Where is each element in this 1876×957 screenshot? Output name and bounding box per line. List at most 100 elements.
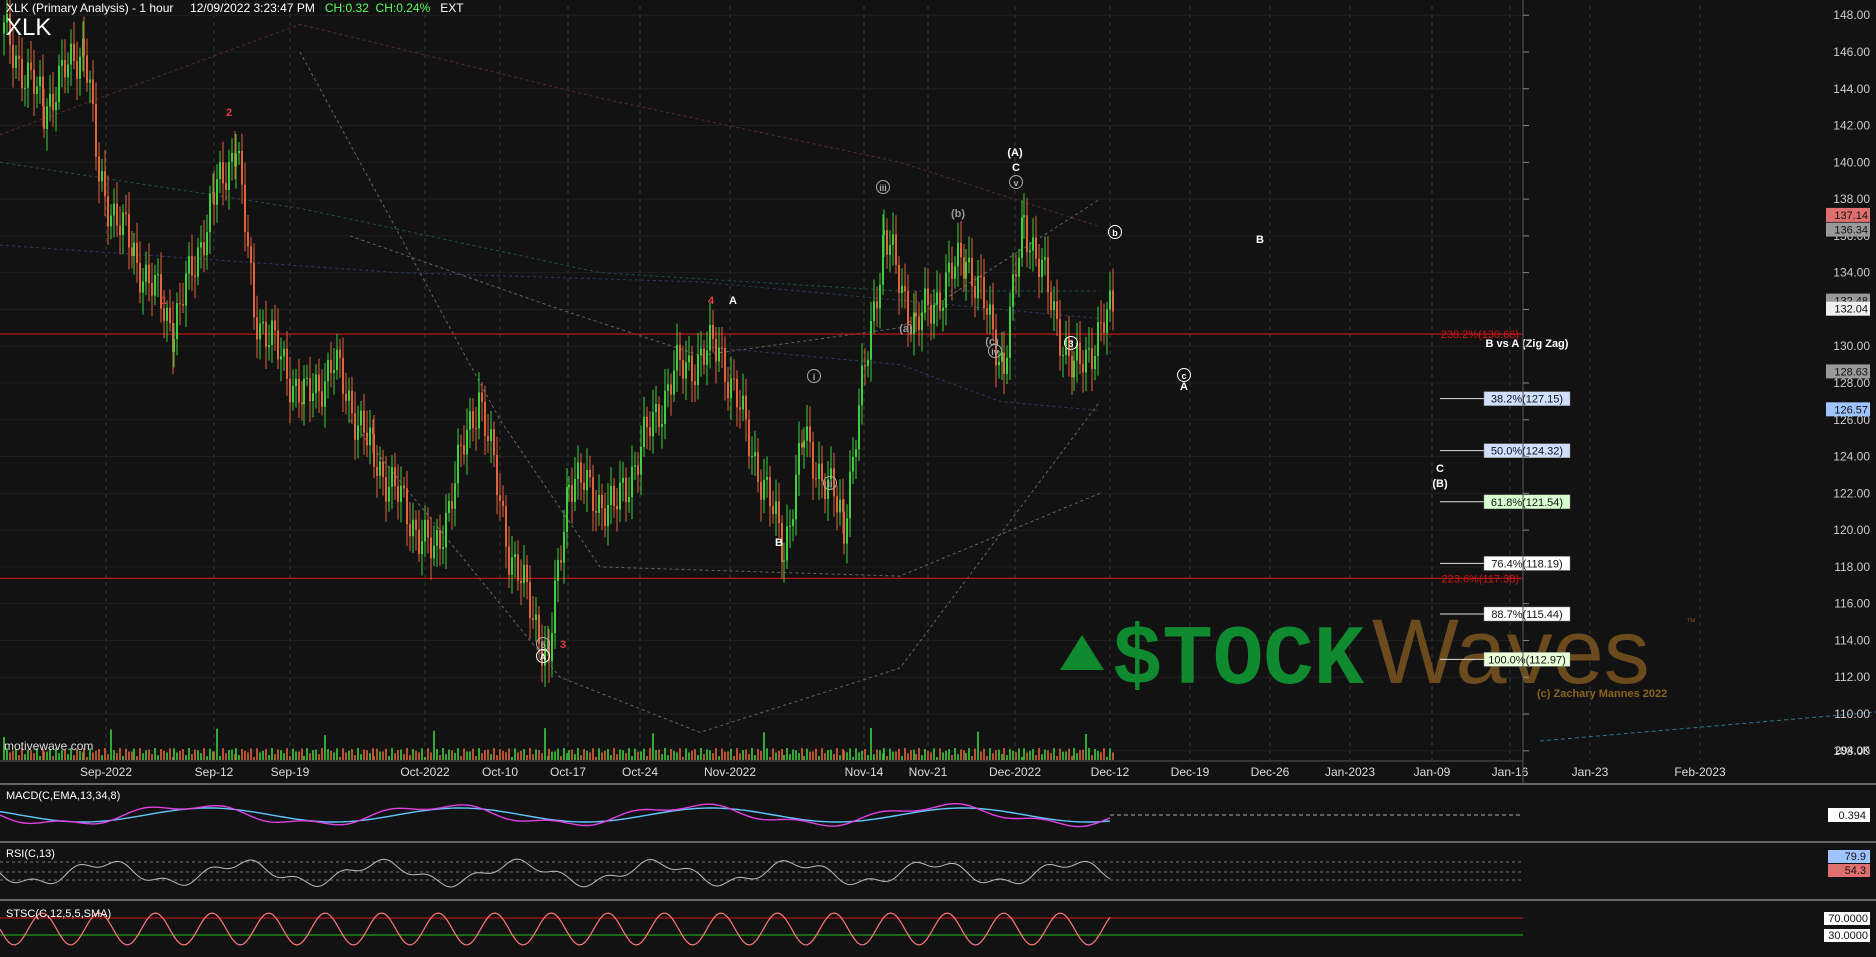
volume-bar bbox=[960, 749, 962, 760]
volume-bar bbox=[939, 748, 941, 760]
candle-body bbox=[643, 416, 645, 447]
volume-bar bbox=[460, 756, 462, 760]
price-chart[interactable]: 238.2%(130.66)223.6%(117.38) 294.0K $TOC… bbox=[0, 0, 1876, 952]
volume-bar bbox=[1079, 750, 1081, 760]
volume-bar bbox=[113, 750, 115, 760]
volume-bar bbox=[839, 755, 841, 760]
candle-body bbox=[357, 425, 359, 440]
volume-bar bbox=[1038, 748, 1040, 760]
volume-bar bbox=[898, 748, 900, 760]
volume-bar bbox=[818, 755, 820, 760]
candle-body bbox=[1071, 355, 1073, 378]
volume-bar bbox=[1094, 749, 1096, 760]
volume-bar bbox=[277, 749, 279, 760]
candle-body bbox=[688, 355, 690, 363]
candle-body bbox=[514, 554, 516, 558]
header-datetime: 12/09/2022 3:23:47 PM bbox=[190, 1, 315, 15]
volume-bar bbox=[98, 749, 100, 760]
candle-body bbox=[445, 512, 447, 548]
candle-body bbox=[15, 55, 17, 68]
candle-body bbox=[427, 519, 429, 538]
candle-body bbox=[783, 560, 785, 562]
candle-body bbox=[151, 283, 153, 296]
candle-body bbox=[250, 246, 252, 263]
candle-body bbox=[523, 564, 525, 584]
volume-bar bbox=[529, 748, 531, 760]
volume-bar bbox=[679, 748, 681, 760]
candle-body bbox=[604, 508, 606, 527]
candle-body bbox=[1023, 215, 1025, 218]
volume-bar bbox=[709, 750, 711, 760]
candle-body bbox=[253, 262, 255, 318]
header-change-pct: CH:0.24% bbox=[375, 1, 431, 15]
volume-bar bbox=[568, 750, 570, 760]
volume-bar bbox=[39, 756, 41, 760]
volume-bar bbox=[185, 755, 187, 760]
candle-body bbox=[751, 456, 753, 458]
volume-bar bbox=[980, 751, 982, 760]
volume-bar bbox=[560, 755, 562, 760]
candle-body bbox=[274, 320, 276, 331]
rsi-panel-bg bbox=[0, 842, 1876, 900]
price-tick-label: 146.00 bbox=[1833, 45, 1870, 59]
source-watermark: motivewave.com bbox=[4, 739, 94, 753]
chart-title: XLK (Primary Analysis) - 1 hour bbox=[6, 1, 174, 15]
candle-body bbox=[697, 354, 699, 385]
volume-bar bbox=[827, 750, 829, 760]
candle-body bbox=[703, 348, 705, 365]
volume-bar bbox=[864, 749, 866, 760]
volume-bar bbox=[1044, 749, 1046, 760]
candle-body bbox=[119, 225, 121, 236]
volume-bar bbox=[786, 748, 788, 760]
candle-body bbox=[795, 474, 797, 520]
candle-body bbox=[484, 401, 486, 436]
volume-bar bbox=[203, 748, 205, 760]
candle-body bbox=[348, 390, 350, 401]
candle-body bbox=[339, 349, 341, 358]
candle-body bbox=[3, 22, 5, 34]
price-tick-label: 122.00 bbox=[1833, 486, 1870, 500]
volume-bar bbox=[1032, 749, 1034, 760]
candle-body bbox=[803, 440, 805, 448]
volume-bar bbox=[592, 748, 594, 760]
candle-body bbox=[24, 87, 26, 89]
volume-bar bbox=[376, 748, 378, 760]
candle-body bbox=[70, 43, 72, 65]
volume-bar bbox=[760, 750, 762, 760]
candle-body bbox=[182, 303, 184, 306]
candle-body bbox=[145, 264, 147, 282]
volume-bar bbox=[231, 749, 233, 760]
volume-bar bbox=[1012, 750, 1014, 760]
time-tick-label: Sep-2022 bbox=[80, 765, 132, 779]
moving-average-line bbox=[0, 161, 1100, 292]
candle-body bbox=[907, 291, 909, 326]
candle-body bbox=[342, 357, 344, 394]
volume-bar bbox=[655, 750, 657, 760]
candle-body bbox=[424, 519, 426, 542]
volume-bar bbox=[1056, 756, 1058, 760]
price-tick-label: 144.00 bbox=[1833, 82, 1870, 96]
volume-bar bbox=[451, 750, 453, 760]
volume-bar bbox=[631, 756, 633, 760]
volume-bar bbox=[439, 755, 441, 760]
volume-bar bbox=[142, 753, 144, 760]
volume-bar bbox=[295, 751, 297, 760]
volume-bar bbox=[766, 748, 768, 760]
volume-bar bbox=[775, 752, 777, 760]
candle-body bbox=[942, 307, 944, 311]
candle-body bbox=[228, 161, 230, 190]
fib-level-label: 61.8%(121.54) bbox=[1491, 497, 1563, 509]
candle-body bbox=[36, 86, 38, 95]
candle-body bbox=[142, 281, 144, 293]
macd-value: 0.394 bbox=[1838, 810, 1866, 822]
candle-body bbox=[775, 501, 777, 515]
time-tick-label: Oct-2022 bbox=[400, 765, 450, 779]
candle-body bbox=[460, 444, 462, 446]
candle-body bbox=[169, 307, 171, 324]
volume-bar bbox=[646, 755, 648, 760]
candle-body bbox=[673, 370, 675, 395]
candle-body bbox=[101, 171, 103, 182]
volume-bar bbox=[930, 752, 932, 760]
volume-bar bbox=[463, 748, 465, 760]
candle-body bbox=[968, 257, 970, 263]
